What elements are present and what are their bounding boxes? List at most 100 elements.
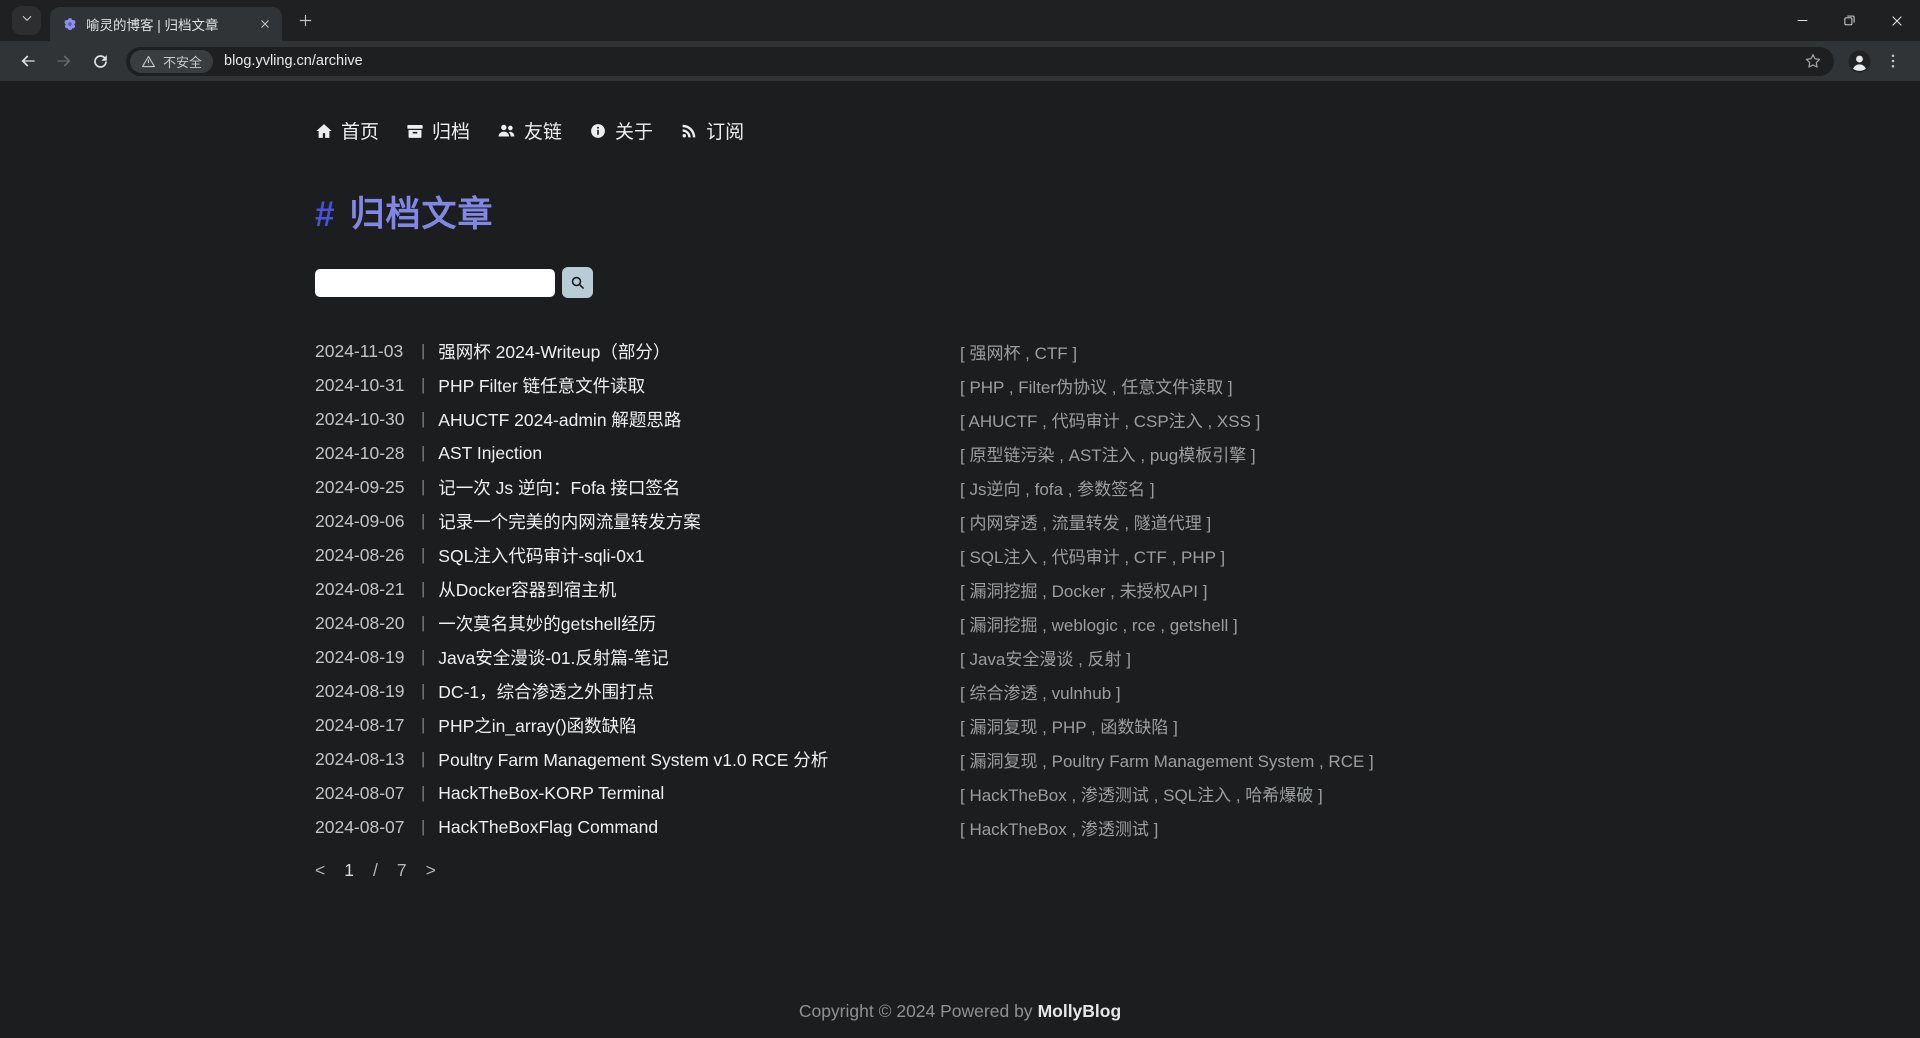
forward-button[interactable]: [48, 45, 80, 77]
rss-icon: [680, 122, 698, 140]
archive-row: 2024-11-03|强网杯 2024-Writeup（部分）[ 强网杯 , C…: [315, 334, 1920, 368]
plus-icon: [297, 12, 314, 29]
post-date: 2024-09-25: [315, 477, 412, 498]
total-pages: 7: [397, 860, 407, 881]
copyright-text: Copyright © 2024 Powered by: [799, 1001, 1033, 1021]
main-nav: 首页 归档友链关于订阅: [315, 117, 1920, 144]
post-title-link[interactable]: Java安全漫谈-01.反射篇-笔记: [438, 645, 668, 670]
post-tags[interactable]: [ 强网杯 , CTF ]: [960, 339, 1077, 364]
profile-avatar-button[interactable]: [1842, 44, 1876, 78]
post-title-link[interactable]: 从Docker容器到宿主机: [438, 577, 616, 602]
date-title-separator: |: [421, 546, 425, 565]
search-bar: [315, 267, 1920, 298]
post-tags[interactable]: [ HackTheBox , 渗透测试 ]: [960, 815, 1158, 840]
post-tags[interactable]: [ Js逆向 , fofa , 参数签名 ]: [960, 475, 1155, 500]
date-title-separator: |: [421, 716, 425, 735]
post-tags[interactable]: [ 漏洞复现 , PHP , 函数缺陷 ]: [960, 713, 1178, 738]
post-date: 2024-08-19: [315, 681, 412, 702]
post-date: 2024-08-26: [315, 545, 412, 566]
archive-row: 2024-08-26 | SQL注入代码审计-sqli-0x1 [ SQL注入 , 代…: [315, 538, 1920, 572]
post-tags[interactable]: [ 漏洞复现 , Poultry Farm Management System …: [960, 747, 1374, 772]
page-slash: /: [373, 860, 378, 881]
post-title-link[interactable]: 一次莫名其妙的getshell经历: [438, 611, 656, 636]
browser-menu-button[interactable]: [1876, 44, 1910, 78]
browser-tab[interactable]: 喻灵的博客 | 归档文章: [50, 7, 282, 41]
archive-row: 2024-08-19|DC-1，综合渗透之外围打点[ 综合渗透 , vulnhu…: [315, 674, 1920, 708]
post-title-link[interactable]: Poultry Farm Management System v1.0 RCE …: [438, 747, 828, 772]
restore-icon: [1843, 14, 1856, 27]
page-title: #归档文章: [315, 186, 1920, 237]
next-page-button[interactable]: >: [426, 860, 436, 881]
post-tags[interactable]: [ 漏洞挖掘 , weblogic , rce , getshell ]: [960, 611, 1238, 636]
prev-page-button[interactable]: <: [315, 860, 325, 881]
bookmark-star-button[interactable]: [1800, 48, 1826, 74]
restore-button[interactable]: [1826, 0, 1873, 41]
nav-item-home[interactable]: 首页: [315, 117, 379, 144]
browser-toolbar: 不安全 blog.yvling.cn/archive: [0, 41, 1920, 81]
post-tags[interactable]: [ Java安全漫谈 , 反射 ]: [960, 645, 1131, 670]
blog-engine-link[interactable]: MollyBlog: [1038, 1001, 1122, 1021]
archive-row: 2024-08-17|PHP之in_array()函数缺陷[ 漏洞复现 , PH…: [315, 708, 1920, 742]
date-title-separator: |: [421, 512, 425, 531]
forward-icon: [54, 51, 74, 71]
archive-row: 2024-08-19 | Java安全漫谈-01.反射篇-笔记 [ Java安全漫谈 …: [315, 640, 1920, 674]
nav-item-friends[interactable]: 友链: [497, 117, 562, 144]
new-tab-button[interactable]: [291, 7, 319, 35]
nav-item-subscribe[interactable]: 订阅: [680, 117, 744, 144]
post-title-link[interactable]: PHP之in_array()函数缺陷: [438, 713, 636, 738]
post-tags[interactable]: [ 内网穿透 , 流量转发 , 隧道代理 ]: [960, 509, 1211, 534]
archive-row: 2024-09-25 | 记一次 Js 逆向：Fofa 接口签名 [ Js逆向 , f…: [315, 470, 1920, 504]
search-button[interactable]: [562, 267, 593, 298]
address-bar[interactable]: 不安全 blog.yvling.cn/archive: [126, 47, 1834, 76]
date-title-separator: |: [421, 750, 425, 769]
nav-item-archive[interactable]: 归档: [406, 117, 470, 144]
chevron-down-icon: [20, 11, 34, 30]
post-tags[interactable]: [ HackTheBox , 渗透测试 , SQL注入 , 哈希爆破 ]: [960, 781, 1323, 806]
post-tags[interactable]: [ 综合渗透 , vulnhub ]: [960, 679, 1121, 704]
minimize-icon: [1796, 14, 1809, 27]
post-date: 2024-10-30: [315, 409, 412, 430]
tab-search-button[interactable]: [12, 6, 41, 35]
nav-item-label: 首页: [341, 117, 379, 144]
nav-item-about[interactable]: 关于: [589, 117, 653, 144]
post-tags[interactable]: [ PHP , Filter伪协议 , 任意文件读取 ]: [960, 373, 1233, 398]
post-tags[interactable]: [ 原型链污染 , AST注入 , pug模板引擎 ]: [960, 441, 1256, 466]
tab-title: 喻灵的博客 | 归档文章: [86, 14, 248, 34]
title-text: 归档文章: [349, 195, 493, 234]
close-window-button[interactable]: [1873, 0, 1920, 41]
post-title-link[interactable]: 记录一个完美的内网流量转发方案: [438, 509, 701, 534]
security-badge[interactable]: 不安全: [130, 50, 213, 73]
post-date: 2024-08-20: [315, 613, 412, 634]
post-title-link[interactable]: AST Injection: [438, 443, 542, 464]
nav-item-label: 归档: [432, 117, 470, 144]
search-input[interactable]: [315, 269, 555, 297]
date-title-separator: |: [421, 648, 425, 667]
current-page: 1: [344, 860, 354, 881]
tab-close-button[interactable]: [256, 15, 274, 33]
post-title-link[interactable]: PHP Filter 链任意文件读取: [438, 373, 645, 398]
post-tags[interactable]: [ SQL注入 , 代码审计 , CTF , PHP ]: [960, 543, 1225, 568]
post-title-link[interactable]: DC-1，综合渗透之外围打点: [438, 679, 654, 704]
minimize-button[interactable]: [1779, 0, 1826, 41]
post-title-link[interactable]: HackTheBoxFlag Command: [438, 817, 658, 838]
info-icon: [589, 122, 607, 140]
date-title-separator: |: [421, 580, 425, 599]
close-icon: [259, 18, 271, 30]
page-footer: Copyright © 2024 Powered byMollyBlog: [0, 1001, 1920, 1022]
date-title-separator: |: [421, 784, 425, 803]
post-title-link[interactable]: 强网杯 2024-Writeup（部分）: [438, 339, 670, 364]
post-title-link[interactable]: AHUCTF 2024-admin 解题思路: [438, 407, 681, 432]
date-title-separator: |: [421, 410, 425, 429]
archive-row: 2024-08-07|HackTheBoxFlag Command[ HackT…: [315, 810, 1920, 844]
post-title-link[interactable]: HackTheBox-KORP Terminal: [438, 783, 664, 804]
post-date: 2024-08-19: [315, 647, 412, 668]
back-button[interactable]: [12, 45, 44, 77]
date-title-separator: |: [421, 478, 425, 497]
post-title-link[interactable]: SQL注入代码审计-sqli-0x1: [438, 543, 644, 568]
archive-row: 2024-10-28|AST Injection[ 原型链污染 , AST注入 …: [315, 436, 1920, 470]
post-title-link[interactable]: 记一次 Js 逆向：Fofa 接口签名: [438, 475, 680, 500]
reload-button[interactable]: [84, 45, 116, 77]
url-text[interactable]: blog.yvling.cn/archive: [224, 53, 1800, 69]
post-tags[interactable]: [ 漏洞挖掘 , Docker , 未授权API ]: [960, 577, 1207, 602]
post-tags[interactable]: [ AHUCTF , 代码审计 , CSP注入 , XSS ]: [960, 407, 1260, 432]
